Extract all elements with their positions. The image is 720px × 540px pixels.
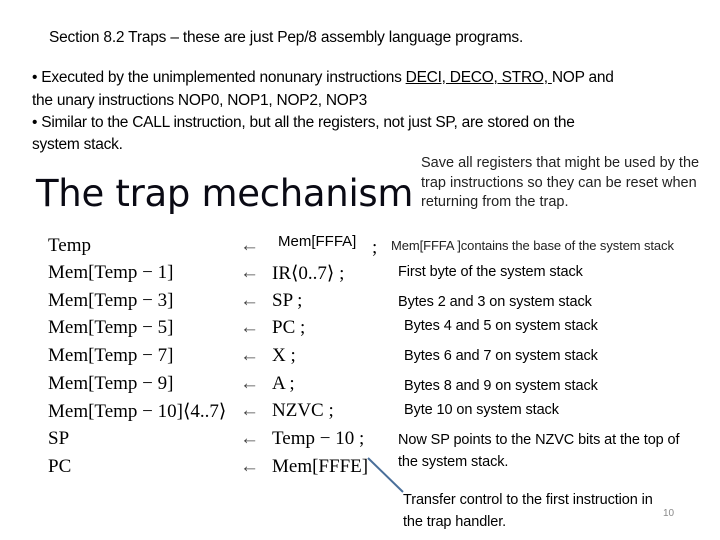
pointer-line (367, 457, 404, 493)
page-number: 10 (663, 508, 675, 519)
callout-connector (367, 457, 404, 493)
